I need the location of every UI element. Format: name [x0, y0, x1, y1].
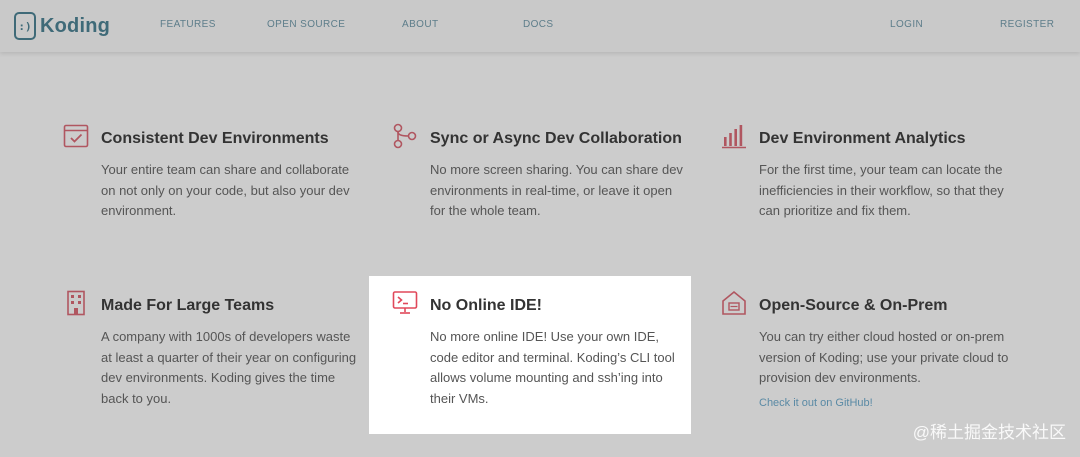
logo-mark-icon: :)	[14, 12, 36, 40]
nav-register-link[interactable]: REGISTER	[1000, 19, 1054, 30]
feature-description: Your entire team can share and collabora…	[101, 162, 350, 218]
branch-nodes-icon	[393, 123, 417, 149]
top-nav: :) Koding FEATURES OPEN SOURCE ABOUT DOC…	[0, 0, 1080, 52]
feature-open-source-on-prem: Open-Source & On-Prem You can try either…	[722, 290, 1019, 409]
feature-title: Made For Large Teams	[101, 297, 275, 314]
terminal-monitor-icon	[392, 291, 418, 314]
checklist-window-icon	[63, 124, 89, 148]
logo-text: Koding	[40, 14, 111, 37]
feature-description: No more screen sharing. You can share de…	[430, 162, 683, 218]
nav-features-link[interactable]: FEATURES	[160, 19, 216, 30]
feature-description: A company with 1000s of developers waste…	[101, 329, 357, 406]
feature-dev-environment-analytics: Dev Environment Analytics For the first …	[722, 125, 1019, 222]
feature-description: You can try either cloud hosted or on-pr…	[759, 329, 1009, 385]
feature-description: No more online IDE! Use your own IDE, co…	[430, 329, 675, 406]
feature-title: Dev Environment Analytics	[759, 130, 966, 147]
nav-open-source-link[interactable]: OPEN SOURCE	[267, 19, 345, 30]
watermark: @稀土掘金技术社区	[912, 423, 1066, 442]
nav-login-link[interactable]: LOGIN	[890, 19, 923, 30]
feature-title: Open-Source & On-Prem	[759, 297, 948, 314]
feature-description: For the first time, your team can locate…	[759, 162, 1004, 218]
house-server-icon	[722, 290, 746, 315]
github-link[interactable]: Check it out on GitHub!	[759, 397, 1019, 409]
bar-chart-icon	[722, 125, 746, 149]
nav-docs-link[interactable]: DOCS	[523, 19, 554, 30]
koding-logo[interactable]: :) Koding	[14, 11, 110, 41]
feature-title: Consistent Dev Environments	[101, 130, 329, 147]
office-building-icon	[67, 290, 85, 316]
feature-sync-async-collaboration: Sync or Async Dev Collaboration No more …	[393, 123, 690, 222]
nav-about-link[interactable]: ABOUT	[402, 19, 438, 30]
feature-made-for-large-teams: Made For Large Teams A company with 1000…	[67, 290, 361, 409]
feature-consistent-dev-environments: Consistent Dev Environments Your entire …	[63, 124, 361, 222]
feature-title: No Online IDE!	[430, 297, 542, 314]
feature-title: Sync or Async Dev Collaboration	[430, 130, 682, 147]
feature-no-online-ide: No Online IDE! No more online IDE! Use y…	[392, 291, 690, 409]
